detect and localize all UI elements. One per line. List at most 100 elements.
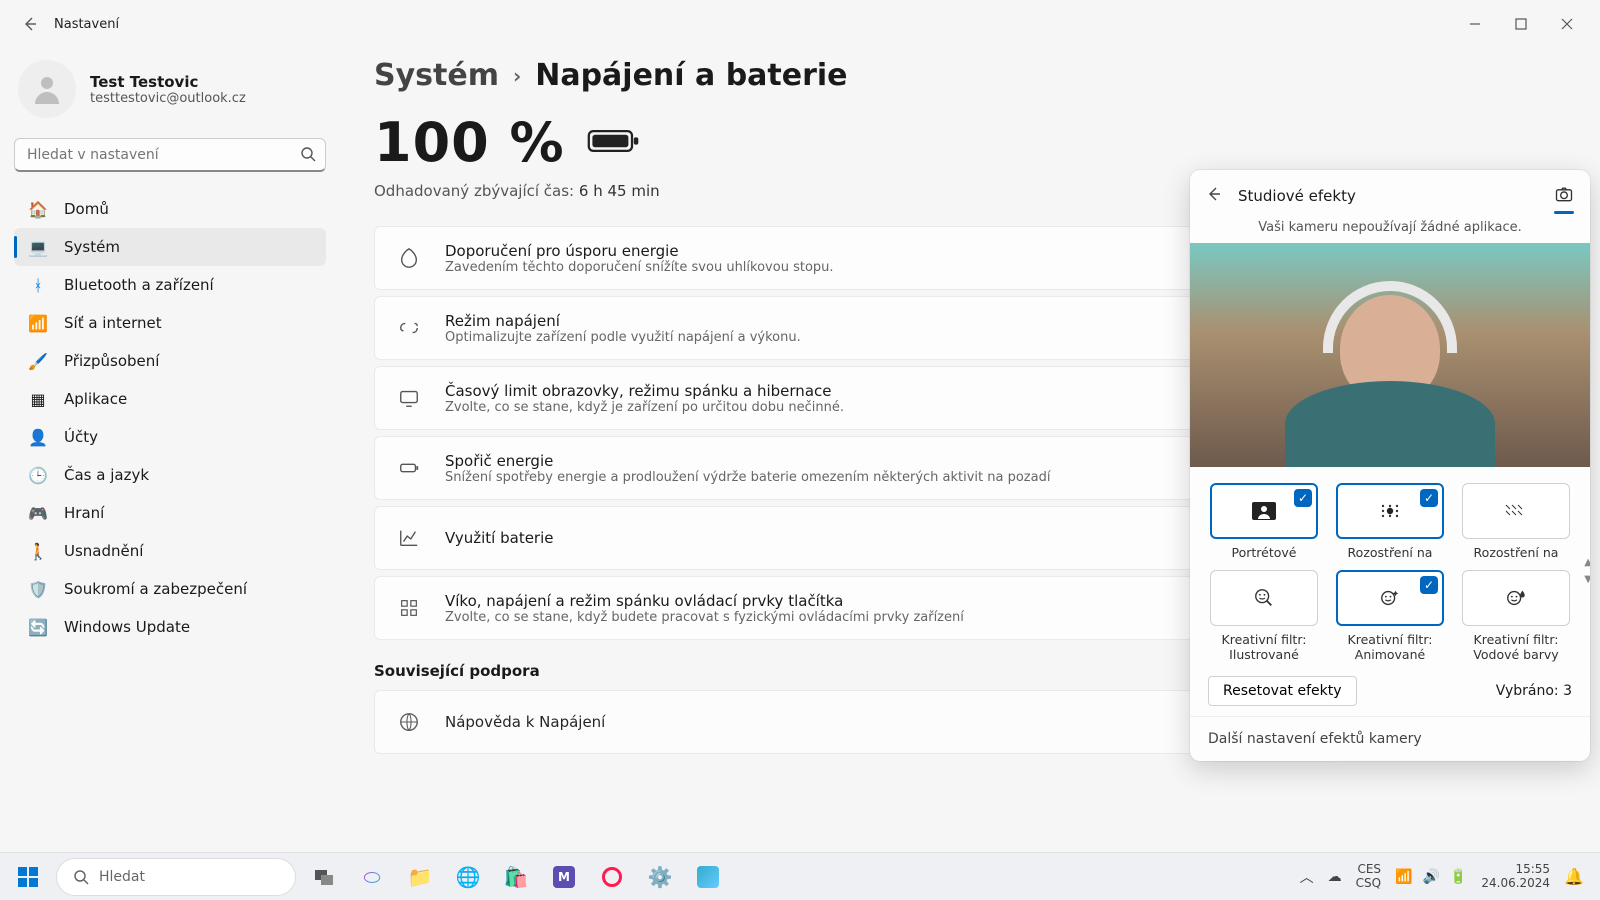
preview-silhouette [1270, 267, 1510, 467]
taskbar-app-generic-2[interactable] [688, 857, 728, 897]
folder-icon: 📁 [408, 865, 433, 889]
breadcrumb-current: Napájení a baterie [535, 58, 847, 93]
effect-filter-illustrated[interactable]: Kreativní filtr:Ilustrované [1208, 570, 1320, 662]
flyout-back-button[interactable] [1206, 186, 1222, 206]
titlebar: Nastavení [0, 0, 1600, 48]
effect-tile: ✓ [1336, 483, 1444, 539]
smile-sparkle-icon [1379, 587, 1401, 609]
bluetooth-icon: ᚼ [28, 275, 48, 295]
close-button[interactable] [1544, 8, 1590, 40]
nav-label: Síť a internet [64, 314, 162, 332]
nav-bluetooth[interactable]: ᚼBluetooth a zařízení [14, 266, 326, 304]
selected-count: Vybráno: 3 [1496, 683, 1572, 699]
studio-effects-flyout: Studiové efekty Vaši kameru nepoužívají … [1190, 170, 1590, 761]
tray-status-icons[interactable]: 📶 🔊 🔋 [1395, 869, 1467, 885]
effects-grid: ✓ Portrétové ✓ Rozostření na Rozostření … [1190, 467, 1590, 666]
nav-apps[interactable]: ▦Aplikace [14, 380, 326, 418]
shield-icon: 🛡️ [28, 579, 48, 599]
camera-icon [1554, 184, 1574, 204]
globe-icon [395, 711, 423, 733]
check-icon: ✓ [1420, 576, 1438, 594]
check-icon: ✓ [1420, 489, 1438, 507]
portrait-icon [1251, 501, 1277, 521]
back-button[interactable] [10, 4, 50, 44]
smile-pencil-icon [1253, 587, 1275, 609]
effect-tile [1462, 483, 1570, 539]
wifi-icon: 📶 [28, 313, 48, 333]
remaining-label: Odhadovaný zbývající čas: [374, 182, 574, 200]
nav-label: Hraní [64, 504, 104, 522]
effect-filter-watercolor[interactable]: Kreativní filtr:Vodové barvy [1460, 570, 1572, 662]
nav-label: Čas a jazyk [64, 466, 149, 484]
clock-icon: 🕒 [28, 465, 48, 485]
taskbar-app-settings[interactable]: ⚙️ [640, 857, 680, 897]
nav-privacy[interactable]: 🛡️Soukromí a zabezpečení [14, 570, 326, 608]
taskbar: Hledat ⬭ 📁 🌐 🛍️ M ⚙️ ︿ ☁ CES CSQ 📶 🔊 🔋 1… [0, 852, 1600, 900]
taskbar-app-taskview[interactable] [304, 857, 344, 897]
taskbar-app-opera[interactable] [592, 857, 632, 897]
breadcrumb: Systém › Napájení a baterie [374, 58, 1554, 93]
nav-time[interactable]: 🕒 Čas a jazyk [14, 456, 326, 494]
copilot-icon: ⬭ [363, 865, 380, 889]
card-title: Doporučení pro úsporu energie [445, 242, 834, 260]
tray-overflow[interactable]: ︿ [1300, 867, 1314, 887]
back-arrow-icon [1206, 186, 1222, 202]
nav-system[interactable]: 💻Systém [14, 228, 326, 266]
card-title: Režim napájení [445, 312, 801, 330]
start-button[interactable] [8, 857, 48, 897]
card-title: Nápověda k Napájení [445, 713, 605, 731]
nav-network[interactable]: 📶 Síť a internet [14, 304, 326, 342]
nav-home[interactable]: 🏠Domů [14, 190, 326, 228]
tray-language[interactable]: CES CSQ [1356, 863, 1381, 891]
card-title: Využití baterie [445, 529, 554, 547]
nav-label: Usnadnění [64, 542, 143, 560]
nav-list: 🏠Domů 💻Systém ᚼBluetooth a zařízení 📶 Síť… [14, 190, 326, 646]
effects-scroll-indicator[interactable]: ▲▼ [1584, 557, 1590, 585]
close-icon [1561, 18, 1573, 30]
effect-tile: ✓ [1210, 483, 1318, 539]
effect-blur-portrait[interactable]: ✓ Rozostření na [1334, 483, 1446, 560]
search-input[interactable] [14, 138, 326, 172]
camera-tab[interactable] [1554, 184, 1574, 208]
taskview-icon [314, 867, 334, 887]
taskbar-app-explorer[interactable]: 📁 [400, 857, 440, 897]
system-tray: ︿ ☁ CES CSQ 📶 🔊 🔋 15:55 24.06.2024 🔔 [1300, 863, 1592, 891]
effect-label: Portrétové [1232, 545, 1297, 560]
flyout-subtitle: Vaši kameru nepoužívají žádné aplikace. [1190, 216, 1590, 243]
profile-email: testtestovic@outlook.cz [90, 91, 246, 106]
taskbar-app-copilot[interactable]: ⬭ [352, 857, 392, 897]
screen-icon [395, 387, 423, 409]
battery-icon [587, 126, 641, 160]
reset-effects-button[interactable]: Resetovat efekty [1208, 676, 1357, 706]
app-icon: M [553, 866, 575, 888]
taskbar-app-generic-1[interactable]: M [544, 857, 584, 897]
leaf-icon [395, 247, 423, 269]
blur-std-icon [1503, 501, 1529, 521]
power-mode-icon [395, 317, 423, 339]
nav-label: Účty [64, 428, 98, 446]
nav-personalization[interactable]: 🖌️Přizpůsobení [14, 342, 326, 380]
effect-blur-standard[interactable]: Rozostření na [1460, 483, 1572, 560]
effect-tile: ✓ [1336, 570, 1444, 626]
more-camera-settings-link[interactable]: Další nastavení efektů kamery [1190, 716, 1590, 761]
minimize-button[interactable] [1452, 8, 1498, 40]
effect-label: Kreativní filtr:Animované [1348, 632, 1433, 662]
effect-portrait[interactable]: ✓ Portrétové [1208, 483, 1320, 560]
tray-clock[interactable]: 15:55 24.06.2024 [1481, 863, 1550, 891]
tray-onedrive-icon[interactable]: ☁ [1328, 869, 1342, 885]
nav-gaming[interactable]: 🎮Hraní [14, 494, 326, 532]
taskbar-app-store[interactable]: 🛍️ [496, 857, 536, 897]
breadcrumb-parent[interactable]: Systém [374, 58, 499, 93]
nav-update[interactable]: 🔄Windows Update [14, 608, 326, 646]
maximize-icon [1515, 18, 1527, 30]
taskbar-app-edge[interactable]: 🌐 [448, 857, 488, 897]
effect-filter-animated[interactable]: ✓ Kreativní filtr:Animované [1334, 570, 1446, 662]
nav-label: Aplikace [64, 390, 127, 408]
taskbar-search[interactable]: Hledat [56, 858, 296, 896]
nav-accounts[interactable]: 👤Účty [14, 418, 326, 456]
notifications-icon[interactable]: 🔔 [1564, 867, 1584, 886]
back-arrow-icon [22, 16, 38, 32]
maximize-button[interactable] [1498, 8, 1544, 40]
nav-accessibility[interactable]: 🚶Usnadnění [14, 532, 326, 570]
profile-block[interactable]: Test Testovic testtestovic@outlook.cz [14, 54, 326, 138]
